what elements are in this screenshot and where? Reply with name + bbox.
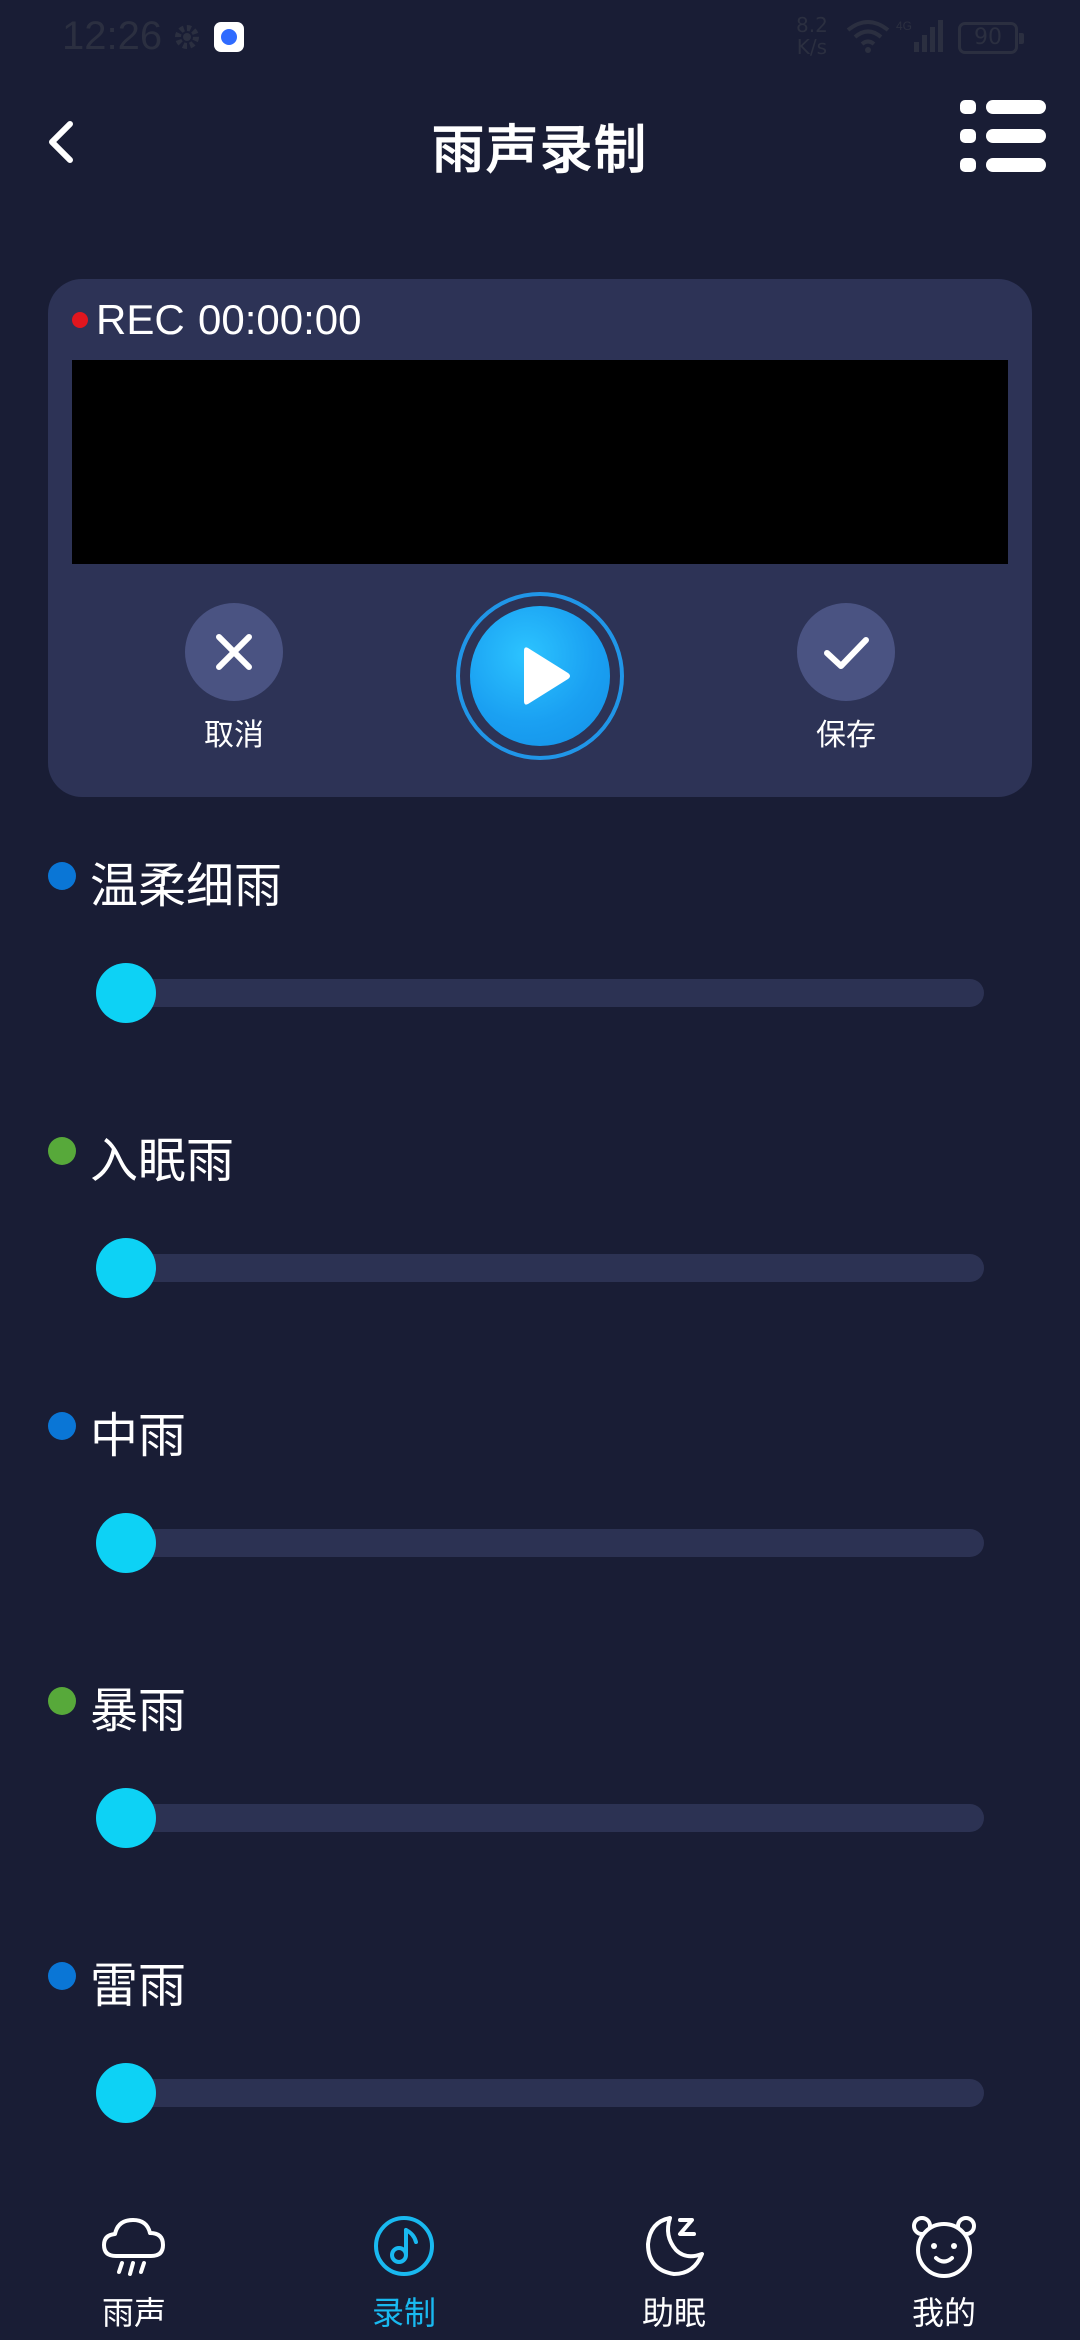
sound-name: 暴雨 <box>90 1683 187 1739</box>
sound-color-dot <box>48 1962 76 1990</box>
sound-row: 中雨 <box>0 1408 1080 1612</box>
nav-label: 我的 <box>911 2294 976 2332</box>
sound-name: 中雨 <box>90 1408 187 1464</box>
sound-row: 暴雨 <box>0 1683 1080 1887</box>
rec-label: REC <box>96 296 185 343</box>
play-icon <box>524 647 570 705</box>
volume-slider-track[interactable] <box>96 1804 984 1832</box>
nav-label: 雨声 <box>101 2294 166 2332</box>
nav-item-rain[interactable]: 雨声 <box>34 2190 234 2340</box>
wifi-icon <box>846 20 890 53</box>
nav-item-sleep[interactable]: 助眠 <box>574 2190 774 2340</box>
volume-slider-thumb[interactable] <box>96 1788 156 1848</box>
volume-slider-track[interactable] <box>96 979 984 1007</box>
volume-slider-track[interactable] <box>96 2079 984 2107</box>
volume-slider-thumb[interactable] <box>96 963 156 1023</box>
cancel-label: 取消 <box>204 718 264 753</box>
sound-color-dot <box>48 1137 76 1165</box>
moon-sleep-icon <box>646 2216 704 2276</box>
volume-slider-thumb[interactable] <box>96 1513 156 1573</box>
bottom-nav: 雨声 录制 助眠 我的 <box>0 2190 1080 2340</box>
sound-color-dot <box>48 1412 76 1440</box>
list-menu-button[interactable] <box>958 96 1050 180</box>
network-speed: 8.2 K/s <box>796 13 828 59</box>
close-icon <box>216 634 252 670</box>
waveform-display <box>72 360 1008 564</box>
sound-name: 入眠雨 <box>90 1133 235 1189</box>
sound-name: 温柔细雨 <box>90 858 283 914</box>
page-title: 雨声录制 <box>431 121 648 181</box>
save-button[interactable] <box>797 603 895 701</box>
battery-level: 90 <box>974 25 1002 50</box>
nav-item-record[interactable]: 录制 <box>304 2190 504 2340</box>
recording-indicator-dot <box>72 312 88 328</box>
nav-label: 录制 <box>371 2294 436 2332</box>
sound-row: 入眠雨 <box>0 1133 1080 1337</box>
app-screen: 12:26 8.2 K/s 4G 90 雨声录制 REC 00:00:00 取消… <box>0 0 1080 2340</box>
sound-row: 温柔细雨 <box>0 858 1080 1062</box>
volume-slider-thumb[interactable] <box>96 2063 156 2123</box>
cancel-button[interactable] <box>185 603 283 701</box>
status-time: 12:26 <box>62 14 163 58</box>
volume-slider-thumb[interactable] <box>96 1238 156 1298</box>
list-icon <box>960 100 1046 172</box>
sound-color-dot <box>48 1687 76 1715</box>
bear-face-icon <box>912 2216 976 2278</box>
sound-name: 雷雨 <box>90 1958 187 2014</box>
network-type: 4G <box>896 19 912 33</box>
volume-slider-track[interactable] <box>96 1529 984 1557</box>
nav-item-profile[interactable]: 我的 <box>844 2190 1044 2340</box>
cellular-signal-icon: 4G <box>896 19 943 52</box>
rain-cloud-icon <box>102 2218 165 2276</box>
status-bar: 12:26 8.2 K/s 4G 90 <box>0 0 1080 80</box>
battery-icon: 90 <box>958 22 1024 54</box>
app-notification-icon <box>214 22 244 52</box>
sound-color-dot <box>48 862 76 890</box>
volume-slider-track[interactable] <box>96 1254 984 1282</box>
nav-label: 助眠 <box>641 2294 706 2332</box>
check-icon <box>824 637 869 669</box>
recording-timer: 00:00:00 <box>198 296 362 343</box>
play-button[interactable] <box>470 606 610 746</box>
sound-row: 雷雨 <box>0 1958 1080 2162</box>
save-label: 保存 <box>816 718 876 753</box>
music-note-icon <box>374 2216 434 2276</box>
gear-icon <box>175 25 199 49</box>
